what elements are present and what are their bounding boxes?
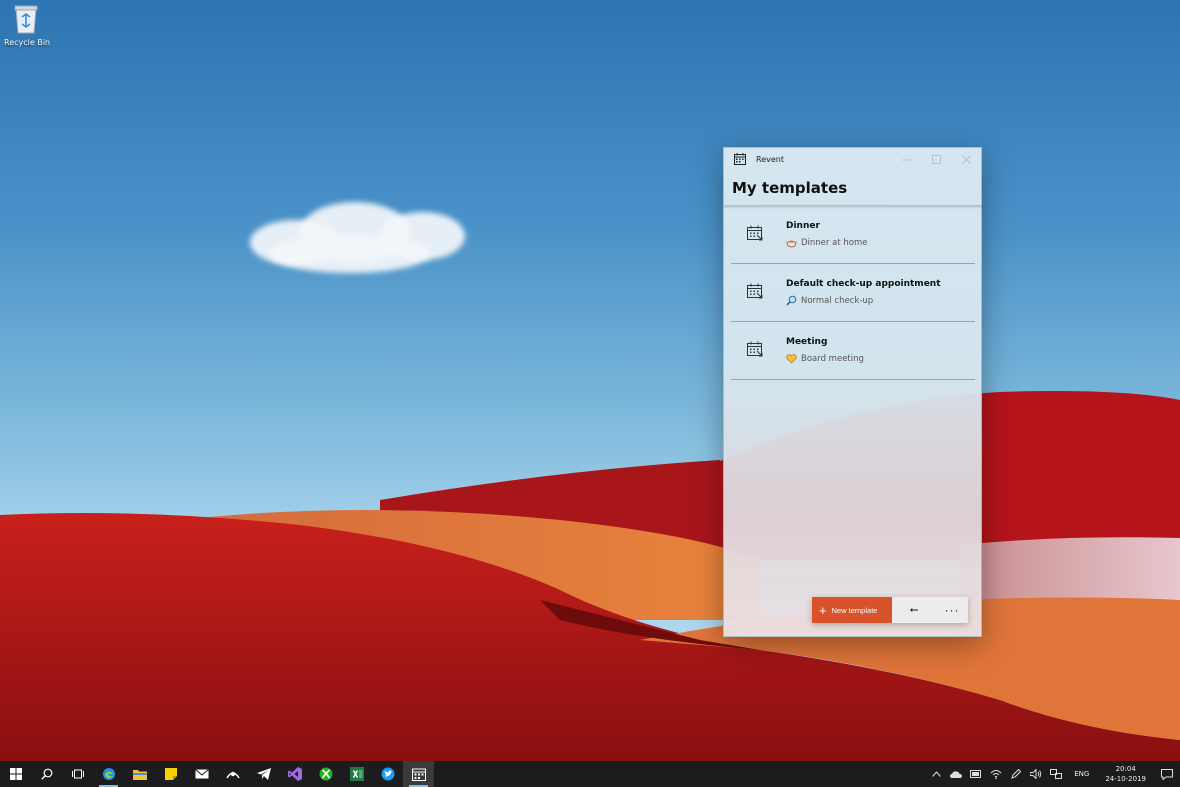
plus-icon: + bbox=[819, 602, 827, 618]
taskbar-twitter[interactable] bbox=[372, 761, 403, 787]
pen-icon bbox=[1011, 769, 1022, 779]
taskbar-photos[interactable] bbox=[217, 761, 248, 787]
minimize-icon bbox=[901, 159, 911, 160]
xbox-icon bbox=[319, 767, 332, 781]
template-item-meeting[interactable]: Meeting Board meeting bbox=[731, 322, 975, 380]
search-button[interactable] bbox=[31, 761, 62, 787]
telegram-icon bbox=[256, 768, 271, 780]
maximize-button[interactable] bbox=[921, 148, 951, 170]
clock-date: 24-10-2019 bbox=[1105, 775, 1146, 783]
more-icon: ··· bbox=[944, 603, 960, 617]
calendar-template-icon bbox=[747, 225, 763, 241]
taskbar-sticky-notes[interactable] bbox=[155, 761, 186, 787]
search-icon bbox=[40, 768, 52, 780]
template-title: Default check-up appointment bbox=[786, 279, 941, 289]
wallpaper-hills bbox=[0, 391, 1180, 761]
taskbar-telegram[interactable] bbox=[248, 761, 279, 787]
command-bar: + New template ⭠ ··· bbox=[812, 597, 968, 623]
heart-icon bbox=[786, 354, 797, 364]
windows-logo-icon bbox=[9, 768, 22, 780]
input-language[interactable]: ENG bbox=[1066, 770, 1097, 778]
minimize-button[interactable] bbox=[891, 148, 921, 170]
speaker-icon bbox=[1030, 769, 1042, 779]
network-button[interactable] bbox=[1046, 761, 1066, 787]
taskbar-revent[interactable] bbox=[403, 761, 434, 787]
notification-icon bbox=[1161, 768, 1173, 780]
battery-button[interactable] bbox=[966, 761, 986, 787]
templates-list: Dinner Dinner at home Default check-up a… bbox=[731, 206, 975, 380]
taskbar-xbox[interactable] bbox=[310, 761, 341, 787]
magnifier-icon bbox=[786, 295, 797, 306]
template-subtitle: Dinner at home bbox=[786, 237, 867, 248]
new-template-button[interactable]: + New template bbox=[812, 597, 892, 623]
onedrive-button[interactable] bbox=[946, 761, 966, 787]
wifi-button[interactable] bbox=[986, 761, 1006, 787]
calendar-template-icon bbox=[747, 341, 763, 357]
back-arrow-icon: ⭠ bbox=[909, 603, 919, 616]
taskbar-excel[interactable] bbox=[341, 761, 372, 787]
visual-studio-icon bbox=[287, 767, 302, 781]
edge-icon bbox=[102, 768, 115, 780]
window-title: Revent bbox=[756, 154, 784, 164]
clock-time: 20:04 bbox=[1115, 765, 1136, 773]
template-item-dinner[interactable]: Dinner Dinner at home bbox=[731, 206, 975, 264]
bowl-icon bbox=[786, 240, 797, 248]
template-item-checkup[interactable]: Default check-up appointment Normal chec… bbox=[731, 264, 975, 322]
sticky-note-icon bbox=[164, 768, 177, 780]
template-subtitle-text: Board meeting bbox=[801, 353, 864, 364]
calendar-icon bbox=[411, 768, 426, 781]
maximize-icon bbox=[931, 154, 941, 164]
action-center-button[interactable] bbox=[1154, 761, 1180, 787]
wifi-icon bbox=[990, 770, 1002, 779]
template-title: Dinner bbox=[786, 221, 820, 231]
taskbar: ENG 20:04 24-10-2019 bbox=[0, 761, 1180, 787]
start-button[interactable] bbox=[0, 761, 31, 787]
template-subtitle-text: Dinner at home bbox=[801, 237, 868, 248]
volume-button[interactable] bbox=[1026, 761, 1046, 787]
task-view-button[interactable] bbox=[62, 761, 93, 787]
back-button[interactable]: ⭠ bbox=[892, 597, 936, 623]
taskbar-edge[interactable] bbox=[93, 761, 124, 787]
title-bar[interactable]: Revent bbox=[724, 148, 981, 170]
template-subtitle: Normal check-up bbox=[786, 295, 873, 306]
show-hidden-icons-button[interactable] bbox=[926, 761, 946, 787]
twitter-icon bbox=[381, 767, 394, 781]
system-tray: ENG 20:04 24-10-2019 bbox=[926, 761, 1180, 787]
taskbar-file-explorer[interactable] bbox=[124, 761, 155, 787]
chevron-up-icon bbox=[931, 771, 941, 777]
calendar-template-icon bbox=[747, 283, 763, 299]
recycle-bin-icon bbox=[13, 4, 39, 34]
template-title: Meeting bbox=[786, 337, 828, 347]
photos-icon bbox=[225, 771, 240, 779]
taskbar-visual-studio[interactable] bbox=[279, 761, 310, 787]
calendar-icon bbox=[734, 153, 746, 165]
more-options-button[interactable]: ··· bbox=[936, 597, 968, 623]
ethernet-icon bbox=[1050, 769, 1063, 779]
close-button[interactable] bbox=[951, 148, 981, 170]
battery-icon bbox=[970, 770, 982, 778]
close-icon bbox=[961, 154, 971, 164]
mail-icon bbox=[194, 769, 209, 779]
folder-icon bbox=[132, 770, 147, 780]
task-view-icon bbox=[71, 769, 84, 779]
clock[interactable]: 20:04 24-10-2019 bbox=[1097, 764, 1154, 784]
excel-icon bbox=[349, 767, 364, 781]
recycle-bin-label: Recycle Bin bbox=[4, 38, 51, 47]
new-template-label: New template bbox=[831, 605, 878, 615]
template-subtitle-text: Normal check-up bbox=[801, 295, 874, 306]
cloud-icon bbox=[950, 771, 963, 778]
recycle-bin[interactable]: Recycle Bin bbox=[4, 4, 51, 47]
page-title: My templates bbox=[732, 179, 848, 197]
taskbar-mail[interactable] bbox=[186, 761, 217, 787]
cloud bbox=[230, 190, 480, 280]
revent-window: Revent My templates Dinner Dinner at hom… bbox=[723, 147, 983, 637]
desktop: Recycle Bin bbox=[0, 0, 1180, 761]
template-subtitle: Board meeting bbox=[786, 353, 864, 364]
pen-workspace-button[interactable] bbox=[1006, 761, 1026, 787]
